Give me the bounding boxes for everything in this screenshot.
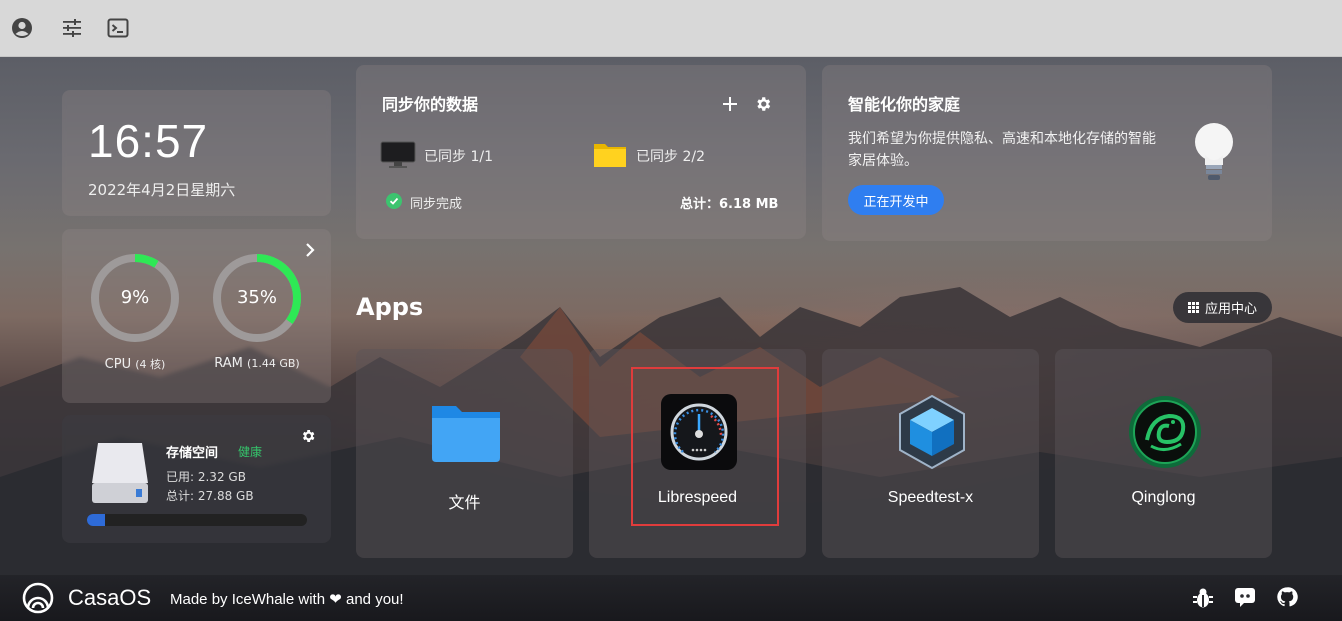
storage-total: 总计: 27.88 GB [166,489,254,503]
grid-icon [1187,302,1199,313]
sync-title: 同步你的数据 [382,95,479,114]
folder-icon [432,406,500,462]
app-name: Speedtest-x [887,489,974,506]
hard-drive-icon [92,443,148,503]
storage-widget: 存储空间 健康 已用: 2.32 GB 总计: 27.88 GB [62,415,331,543]
footer-bar: CasaOS Made by IceWhale with ❤ and you! [0,575,1342,621]
clock-time: 16:57 [88,115,209,167]
app-name: Qinglong [1131,489,1196,506]
device-sync-status: 已同步 1/1 [424,149,493,165]
terminal-icon[interactable] [106,16,130,40]
sync-widget: 同步你的数据 已同步 1/1 已同步 2/2 同步完成 总计：6.18 MB [356,65,806,239]
clock-date: 2022年4月2日星期六 [88,181,236,199]
apps-section-title: Apps [356,293,424,321]
smart-home-title: 智能化你的家庭 [848,95,961,114]
app-center-label: 应用中心 [1204,302,1257,317]
storage-used: 已用: 2.32 GB [166,470,246,484]
cpu-label: CPU (4 核) [104,357,166,372]
storage-title: 存储空间 [166,446,219,461]
smart-home-description: 我们希望为你提供隐私、高速和本地化存储的智能家居体验。 [848,131,1156,169]
casaos-logo-icon [22,582,54,614]
app-tile-librespeed[interactable]: Librespeed [589,349,806,558]
smart-home-widget: 智能化你的家庭 我们希望为你提供隐私、高速和本地化存储的智能家居体验。 正在开发… [822,65,1272,241]
lightbulb-icon [1195,123,1233,180]
gear-icon[interactable] [300,428,316,444]
ram-label: RAM (1.44 GB) [214,356,300,371]
app-tile-speedtest-x[interactable]: Speedtest-x [822,349,1039,558]
ram-value: 35% [236,287,277,308]
cpu-value: 9% [120,287,150,308]
app-center-button[interactable]: 应用中心 [1173,292,1272,323]
made-by-text: Made by IceWhale with ❤ and you! [170,591,404,608]
chevron-right-icon[interactable] [302,242,318,258]
bug-icon[interactable] [1193,587,1213,609]
app-name: Librespeed [657,489,738,506]
github-icon[interactable] [1276,586,1298,608]
clock-widget: 16:57 2022年4月2日星期六 [62,90,331,216]
brand-name: CasaOS [68,585,152,610]
monitor-icon [380,141,416,168]
folder-sync-status: 已同步 2/2 [636,149,705,165]
discord-icon[interactable] [1234,586,1256,608]
sync-total: 总计：6.18 MB [680,197,779,212]
cube-icon [899,394,965,470]
app-tile-qinglong[interactable]: Qinglong [1055,349,1272,558]
account-icon[interactable] [10,16,34,40]
storage-progress-bar [87,514,307,526]
check-circle-icon [386,193,402,209]
heart-icon: ❤ [329,591,342,608]
app-name: 文件 [448,495,481,512]
dragon-emblem-icon [1129,396,1201,468]
settings-sliders-icon[interactable] [60,16,84,40]
sync-complete-text: 同步完成 [410,197,463,212]
app-tile-files[interactable]: 文件 [356,349,573,558]
add-icon[interactable] [722,96,738,112]
in-development-button[interactable]: 正在开发中 [848,185,944,215]
top-toolbar [0,0,1342,57]
folder-icon [594,144,626,167]
storage-status-badge: 健康 [238,445,263,459]
speedometer-icon [661,394,737,470]
gear-icon[interactable] [754,95,772,113]
system-status-widget: 9% CPU (4 核) 35% RAM (1.44 GB) [62,229,331,403]
